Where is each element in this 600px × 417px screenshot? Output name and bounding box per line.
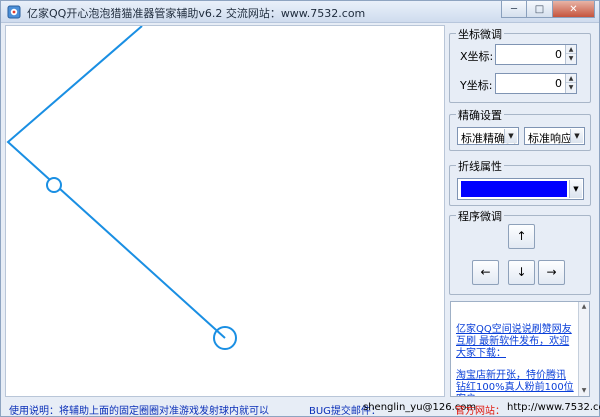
chevron-down-icon[interactable]: ▼ [504,129,517,143]
news-link[interactable]: 亿家QQ空间说说刷赞网友互刷 最新软件发布，欢迎大家下载： [456,324,575,360]
move-up-button[interactable]: ↑ [508,224,535,249]
precision-select[interactable]: 标准精确度 ▼ [457,127,519,145]
line-color-swatch [461,181,567,197]
anchor-circle[interactable] [46,177,62,193]
scroll-up-icon[interactable]: ▲ [579,302,589,312]
precision-group: 精确设置 标准精确度 ▼ 标准响应 ▼ [449,107,591,151]
line-color-select[interactable]: ▼ [457,178,584,200]
program-group: 程序微调 ↑ ← ↓ → [449,208,591,295]
spin-down-icon[interactable]: ▼ [566,54,576,63]
aim-canvas[interactable] [5,25,445,397]
chevron-down-icon[interactable]: ▼ [570,129,583,143]
move-right-button[interactable]: → [538,260,565,285]
coord-group-title: 坐标微调 [456,26,504,42]
x-coord-input[interactable]: 0 ▲ ▼ [495,44,577,65]
x-coord-spinner[interactable]: ▲ ▼ [565,45,576,64]
scroll-down-icon[interactable]: ▼ [579,386,589,396]
x-coord-value: 0 [555,48,562,61]
chevron-down-icon[interactable]: ▼ [569,180,582,198]
minimize-icon[interactable]: ─ [501,1,527,18]
status-bar: 使用说明：将辅助上面的固定圈圈对准游戏发射球内就可以 BUG提交邮件： shen… [1,399,600,417]
news-scrollbar[interactable]: ▲ ▼ [578,302,589,396]
news-link[interactable]: 淘宝店新开张，特价腾讯钻红100%真人粉前100位客户 [456,370,575,396]
response-select[interactable]: 标准响应 ▼ [524,127,585,145]
y-coord-spinner[interactable]: ▲ ▼ [565,74,576,93]
spin-up-icon[interactable]: ▲ [566,45,576,54]
spin-down-icon[interactable]: ▼ [566,83,576,92]
title-bar[interactable]: 亿家QQ开心泡泡猎猫准器管家辅助v6.2 交流网站：www.7532.com ─… [1,1,599,23]
maximize-icon[interactable]: □ [527,1,553,18]
y-coord-label: Y坐标: [460,79,493,92]
window-title: 亿家QQ开心泡泡猎猫准器管家辅助v6.2 交流网站：www.7532.com [27,7,366,20]
news-list: 亿家QQ空间说说刷赞网友互刷 最新软件发布，欢迎大家下载： 淘宝店新开张，特价腾… [451,302,579,396]
coord-group: 坐标微调 X坐标: 0 ▲ ▼ Y坐标: 0 ▲ ▼ [449,26,591,103]
official-site-label: 官方网站： [455,406,505,417]
line-group-title: 折线属性 [456,158,504,174]
close-icon[interactable]: ✕ [553,1,595,18]
response-select-value: 标准响应 [528,132,572,145]
app-icon [7,5,21,19]
window-controls: ─ □ ✕ [501,1,595,19]
move-down-button[interactable]: ↓ [508,260,535,285]
program-group-title: 程序微调 [456,208,504,224]
line-group: 折线属性 ▼ [449,158,591,206]
aim-polyline [6,26,226,339]
x-coord-label: X坐标: [460,50,494,63]
precision-group-title: 精确设置 [456,107,504,123]
aim-line-drawing [6,26,237,350]
usage-instructions: 使用说明：将辅助上面的固定圈圈对准游戏发射球内就可以 [9,406,269,417]
news-box: 亿家QQ空间说说刷赞网友互刷 最新软件发布，欢迎大家下载： 淘宝店新开张，特价腾… [450,301,590,397]
y-coord-input[interactable]: 0 ▲ ▼ [495,73,577,94]
app-window: 亿家QQ开心泡泡猎猫准器管家辅助v6.2 交流网站：www.7532.com ─… [0,0,600,417]
spin-up-icon[interactable]: ▲ [566,74,576,83]
official-site-link[interactable]: http://www.7532.com [507,402,600,413]
y-coord-value: 0 [555,77,562,90]
move-left-button[interactable]: ← [472,260,499,285]
